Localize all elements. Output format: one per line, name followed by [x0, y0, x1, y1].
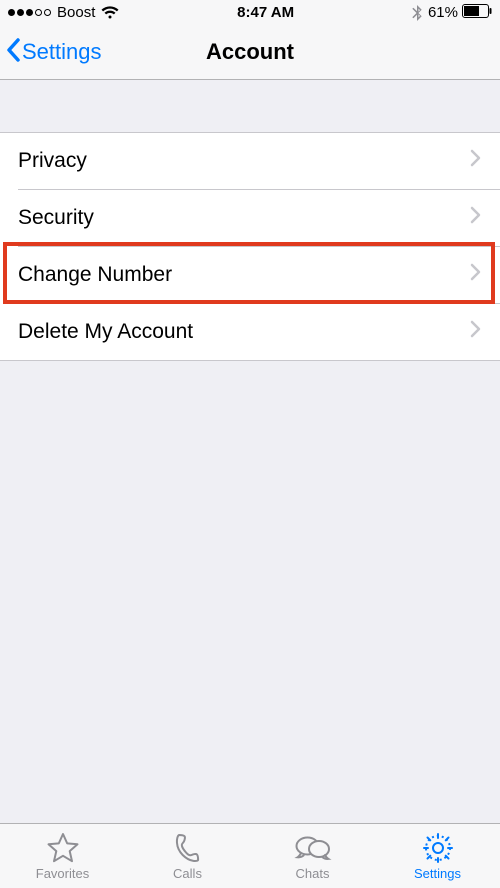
row-change-number[interactable]: Change Number: [0, 247, 500, 303]
gear-icon: [422, 832, 454, 864]
chevron-right-icon: [470, 206, 482, 230]
status-bar: Boost 8:47 AM 61%: [0, 0, 500, 25]
tab-favorites[interactable]: Favorites: [0, 824, 125, 888]
chevron-left-icon: [4, 36, 24, 69]
tab-settings-label: Settings: [414, 866, 461, 881]
row-security-label: Security: [18, 206, 470, 230]
wifi-icon: [101, 6, 119, 20]
status-right: 61%: [412, 4, 492, 22]
back-label: Settings: [22, 39, 102, 65]
page-title: Account: [206, 39, 294, 65]
tab-favorites-label: Favorites: [36, 866, 89, 881]
tab-chats-label: Chats: [296, 866, 330, 881]
nav-bar: Settings Account: [0, 25, 500, 80]
back-button[interactable]: Settings: [4, 25, 102, 79]
chat-icon: [294, 832, 332, 864]
cellular-signal-icon: [8, 9, 51, 16]
phone-icon: [172, 832, 204, 864]
clock-label: 8:47 AM: [237, 4, 294, 21]
battery-icon: [462, 4, 492, 22]
tab-bar: Favorites Calls Chats Settings: [0, 823, 500, 888]
tab-calls-label: Calls: [173, 866, 202, 881]
status-left: Boost: [8, 4, 119, 21]
chevron-right-icon: [470, 320, 482, 344]
battery-percent-label: 61%: [428, 4, 458, 21]
content-area: Privacy Security Change Number Delete My…: [0, 80, 500, 823]
row-privacy[interactable]: Privacy: [0, 133, 500, 189]
row-security[interactable]: Security: [0, 190, 500, 246]
star-icon: [46, 832, 80, 864]
chevron-right-icon: [470, 149, 482, 173]
row-privacy-label: Privacy: [18, 149, 470, 173]
tab-settings[interactable]: Settings: [375, 824, 500, 888]
row-delete-account-label: Delete My Account: [18, 320, 470, 344]
carrier-label: Boost: [57, 4, 95, 21]
chevron-right-icon: [470, 263, 482, 287]
tab-calls[interactable]: Calls: [125, 824, 250, 888]
bluetooth-icon: [412, 5, 422, 21]
row-change-number-label: Change Number: [18, 263, 470, 287]
tab-chats[interactable]: Chats: [250, 824, 375, 888]
row-delete-account[interactable]: Delete My Account: [0, 304, 500, 360]
settings-group: Privacy Security Change Number Delete My…: [0, 132, 500, 361]
